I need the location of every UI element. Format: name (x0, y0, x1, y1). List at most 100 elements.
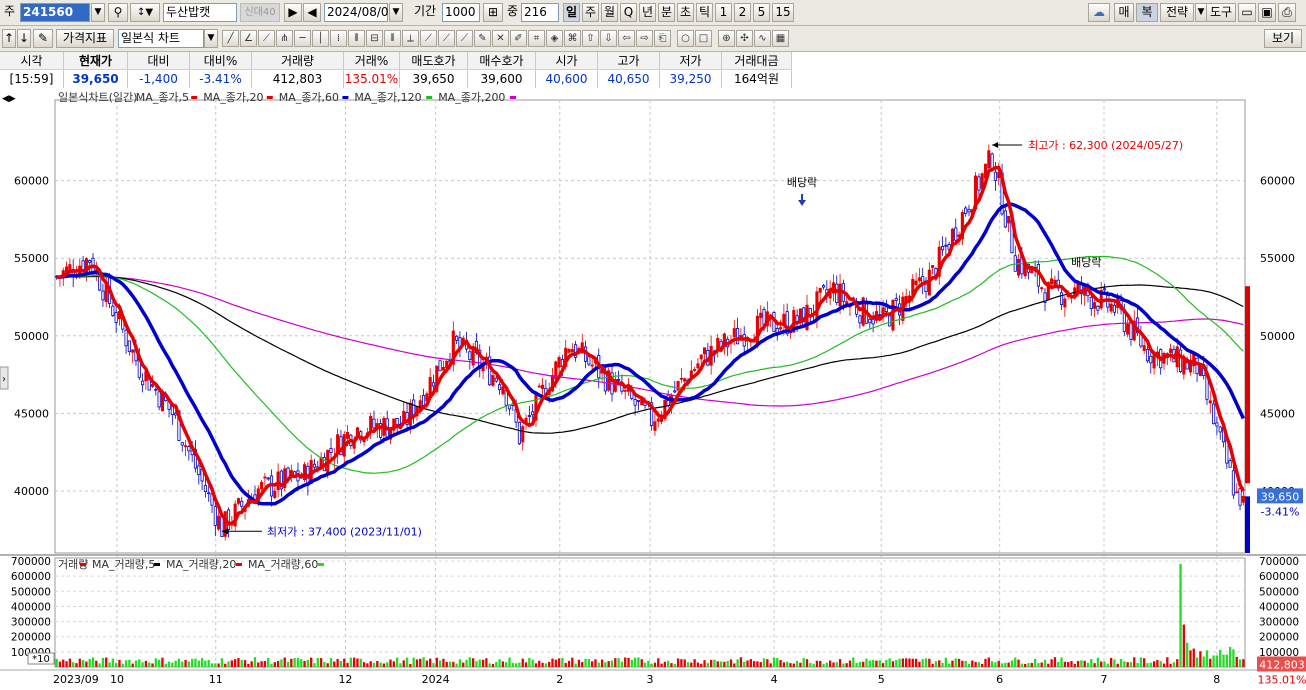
tools-button[interactable]: 도구 (1206, 3, 1236, 22)
grid-icon[interactable]: ⊞ (483, 3, 503, 22)
draw-tool-25-icon[interactable]: ○ (677, 30, 694, 47)
draw-tool-8-icon[interactable]: ⊟ (366, 30, 383, 47)
draw-tool-18-icon[interactable]: ◈ (546, 30, 563, 47)
timeframe-1[interactable]: 주 (582, 3, 599, 22)
draw-tool-16-icon[interactable]: ✐ (510, 30, 527, 47)
draw-tool-28-icon[interactable]: ✣ (736, 30, 753, 47)
timeframe-9[interactable]: 2 (734, 3, 751, 22)
search-icon[interactable]: ⚲ (108, 3, 128, 22)
timeframe-5[interactable]: 분 (658, 3, 675, 22)
draw-tool-3-icon[interactable]: ⋔ (276, 30, 293, 47)
candle-body (987, 150, 991, 169)
indicator-dropdown[interactable]: 가격지표 (56, 29, 114, 48)
edit-icon[interactable]: ✎ (33, 29, 53, 48)
volume-bar (108, 662, 111, 667)
draw-tool-24-icon[interactable]: ⎗ (654, 30, 671, 47)
sort-dropdown-icon[interactable]: ↕▼ (130, 3, 160, 22)
volume-bar (676, 658, 680, 667)
legend-swatch (191, 96, 198, 99)
volume-bar (462, 662, 465, 667)
volume-bar (703, 660, 706, 667)
timeframe-7[interactable]: 틱 (696, 3, 713, 22)
draw-tool-10-icon[interactable]: ⟂ (402, 30, 419, 47)
volume-bar (508, 657, 511, 667)
chart-type-arrow-icon[interactable]: ▼ (204, 29, 218, 48)
timeframe-3[interactable]: Q (620, 3, 637, 22)
draw-tool-11-icon[interactable]: ⟋ (420, 30, 437, 47)
chart-svg[interactable]: 4000040000450004500050000500005500055000… (0, 90, 1306, 687)
up-arrow-icon[interactable]: ↑ (2, 29, 16, 48)
draw-tool-26-icon[interactable]: □ (695, 30, 712, 47)
quote-value-10: 39,250 (660, 70, 722, 88)
draw-tool-2-icon[interactable]: ⟋ (258, 30, 275, 47)
draw-tool-6-icon[interactable]: ⁞ (330, 30, 347, 47)
date-dropdown-icon[interactable]: ▼ (389, 3, 403, 22)
candle-body (170, 406, 174, 416)
draw-tool-23-icon[interactable]: ⇨ (636, 30, 653, 47)
print-icon[interactable]: ⎙ (1278, 3, 1296, 22)
stock-name-field[interactable]: 두산밥캣 (163, 3, 237, 22)
right-button-2[interactable]: 복 (1136, 3, 1158, 22)
period-input[interactable]: 1000 (442, 3, 480, 22)
volume-bar (828, 660, 832, 667)
candle-body (266, 477, 270, 480)
draw-tool-1-icon[interactable]: ∠ (240, 30, 257, 47)
candle-body (345, 432, 350, 439)
price-chart[interactable]: 4000040000450004500050000500005500055000… (0, 90, 1306, 687)
draw-tool-19-icon[interactable]: ⌘ (564, 30, 581, 47)
date-input[interactable]: 2024/08/02 (324, 3, 396, 22)
volume-bar (1076, 661, 1080, 667)
draw-tool-13-icon[interactable]: ⟋ (456, 30, 473, 47)
chart-type-dropdown[interactable]: 일본식 차트 (118, 29, 204, 48)
right-button-1[interactable]: 매 (1114, 3, 1134, 22)
candle-body (940, 245, 945, 251)
timeframe-0[interactable]: 일 (563, 3, 580, 22)
strategy-button[interactable]: 전략 (1160, 3, 1194, 22)
code-dropdown-icon[interactable]: ▼ (91, 3, 105, 22)
price-legend-item: MA_종가,200 (438, 91, 505, 104)
volume-bar (871, 660, 875, 667)
timeframe-4[interactable]: 년 (639, 3, 656, 22)
draw-tool-7-icon[interactable]: ⦀ (348, 30, 365, 47)
timeframe-6[interactable]: 초 (677, 3, 694, 22)
draw-tool-30-icon[interactable]: ▦ (772, 30, 789, 47)
draw-tool-9-icon[interactable]: ⦀ (384, 30, 401, 47)
draw-tool-0-icon[interactable]: ╱ (222, 30, 239, 47)
volume-bar (706, 663, 710, 667)
draw-tool-17-icon[interactable]: ⌗ (528, 30, 545, 47)
draw-tool-4-icon[interactable]: ─ (294, 30, 311, 47)
volume-bar (1212, 655, 1215, 667)
prev-icon[interactable]: ◀ (303, 3, 321, 22)
draw-tool-22-icon[interactable]: ⇦ (618, 30, 635, 47)
candle-body (1017, 258, 1021, 276)
cloud-icon[interactable]: ☁ (1088, 3, 1110, 22)
draw-tool-15-icon[interactable]: ✕ (492, 30, 509, 47)
draw-tool-27-icon[interactable]: ⊕ (718, 30, 735, 47)
middle-input[interactable]: 216 (521, 3, 559, 22)
draw-tool-14-icon[interactable]: ✎ (474, 30, 491, 47)
view-button[interactable]: 보기 (1264, 29, 1302, 48)
volume-bar (657, 658, 660, 667)
stock-code-input[interactable]: 241560 (20, 3, 90, 22)
volume-bar (310, 657, 313, 667)
folder-icon[interactable]: ▭ (1238, 3, 1256, 22)
candle-body (1053, 279, 1057, 285)
draw-tool-29-icon[interactable]: ∿ (754, 30, 771, 47)
next-icon[interactable]: ▶ (284, 3, 302, 22)
volume-bar (214, 663, 217, 667)
volume-bar (660, 663, 663, 667)
draw-tool-5-icon[interactable]: │ (312, 30, 329, 47)
timeframe-8[interactable]: 1 (715, 3, 732, 22)
draw-tool-21-icon[interactable]: ⇩ (600, 30, 617, 47)
volume-bar (1228, 646, 1232, 667)
volume-bar (405, 657, 409, 667)
save-icon[interactable]: ▣ (1258, 3, 1276, 22)
timeframe-11[interactable]: 15 (772, 3, 794, 22)
volume-bar (419, 658, 422, 667)
down-arrow-icon[interactable]: ↓ (17, 29, 31, 48)
draw-tool-12-icon[interactable]: ⟋ (438, 30, 455, 47)
draw-tool-20-icon[interactable]: ⇧ (582, 30, 599, 47)
volume-bar (693, 659, 696, 667)
timeframe-10[interactable]: 5 (753, 3, 770, 22)
timeframe-2[interactable]: 월 (601, 3, 618, 22)
